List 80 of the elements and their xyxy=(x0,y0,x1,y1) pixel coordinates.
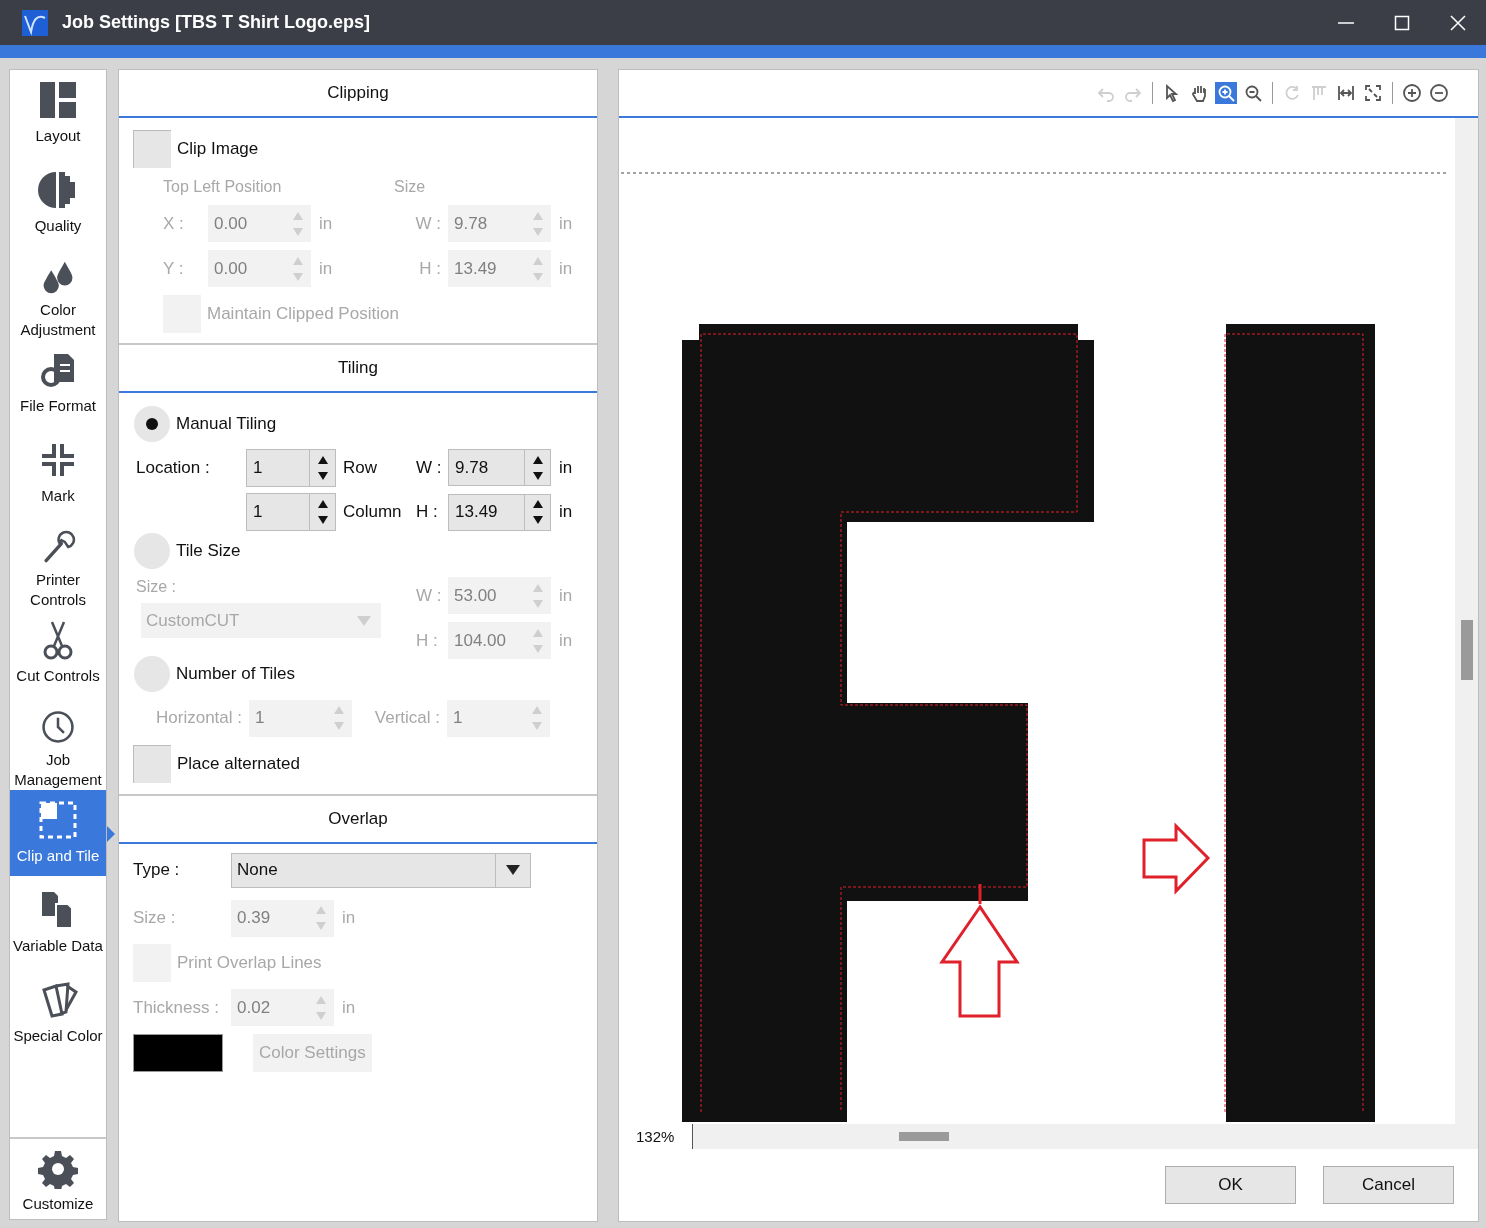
number-field[interactable]: 9.78 xyxy=(448,449,551,486)
checkbox-label: Print Overlap Lines xyxy=(177,952,322,973)
dropdown-arrow-icon xyxy=(357,615,371,626)
field-label: H : xyxy=(416,630,439,651)
field-label: Vertical : xyxy=(373,708,441,728)
field-label: H : xyxy=(416,502,439,522)
field-label: W : xyxy=(414,213,442,234)
field-label: Type : xyxy=(133,860,181,880)
field-label: Row xyxy=(343,457,378,478)
field-label: Column xyxy=(343,502,403,522)
number-field[interactable]: 1 xyxy=(246,448,336,487)
field-label: X : xyxy=(163,213,185,234)
sidebar-item[interactable]: Variable Data xyxy=(10,880,106,970)
section-header: Clipping xyxy=(119,70,597,118)
unit-label: in xyxy=(342,997,356,1018)
remove-button[interactable] xyxy=(1428,82,1450,104)
customize-button[interactable]: Customize xyxy=(10,1137,106,1219)
unit-label: in xyxy=(559,585,573,606)
checkbox-label: Clip Image xyxy=(177,139,259,159)
unit-label: in xyxy=(319,258,334,279)
field-label: Size : xyxy=(136,577,177,597)
field-label: Size : xyxy=(133,908,177,928)
add-button[interactable] xyxy=(1401,82,1423,104)
sidebar-item[interactable]: Quality xyxy=(10,160,106,250)
section-header: Overlap xyxy=(119,796,597,844)
window-title: Job Settings [TBS T Shirt Logo.eps] xyxy=(62,12,370,33)
radio-button[interactable] xyxy=(134,406,170,442)
zoom-level: 132% xyxy=(635,1128,676,1145)
unit-label: in xyxy=(559,630,573,651)
number-field[interactable]: 13.49 xyxy=(448,493,551,531)
number-field[interactable]: 1 xyxy=(246,493,336,531)
minimize-icon xyxy=(1338,21,1354,24)
unit-label: in xyxy=(559,258,573,279)
checkbox-label: Maintain Clipped Position xyxy=(207,304,399,324)
field-label: Location : xyxy=(135,457,211,478)
field-label: W : xyxy=(416,585,443,606)
field-label: Horizontal : xyxy=(155,708,243,728)
sidebar-item[interactable]: File Format xyxy=(10,340,106,430)
fit-page-button[interactable] xyxy=(1362,82,1384,104)
checkbox[interactable] xyxy=(133,130,171,168)
field-label: Y : xyxy=(163,258,185,279)
field-label: Thickness : xyxy=(133,997,220,1018)
sidebar-item[interactable]: Special Color xyxy=(10,970,106,1060)
checkbox-label: Place alternated xyxy=(177,754,300,774)
close-icon xyxy=(1450,14,1466,31)
horizontal-scrollbar[interactable] xyxy=(692,1124,1455,1149)
zoom-in-button[interactable] xyxy=(1215,82,1237,104)
sidebar-item[interactable]: Job Management xyxy=(10,700,106,790)
sidebar-item[interactable]: Printer Controls xyxy=(10,520,106,610)
app-logo-icon xyxy=(22,9,48,36)
sidebar-item[interactable]: Mark xyxy=(10,430,106,520)
dialog-button[interactable]: Cancel xyxy=(1323,1166,1454,1204)
group-heading: Top Left Position xyxy=(163,177,282,196)
radio-label: Number of Tiles xyxy=(176,664,296,684)
sidebar-item[interactable]: Clip and Tile xyxy=(10,790,106,876)
section-header: Tiling xyxy=(119,345,597,393)
unit-label: in xyxy=(559,502,573,522)
radio-label: Tile Size xyxy=(176,541,241,561)
radio-button[interactable] xyxy=(134,533,170,569)
vertical-scrollbar[interactable] xyxy=(1455,118,1478,1149)
maximize-icon xyxy=(1394,14,1410,31)
field-label: H : xyxy=(418,258,442,279)
settings-icon xyxy=(38,1149,78,1189)
sidebar-item[interactable]: Layout xyxy=(10,70,106,160)
unit-label: in xyxy=(319,213,334,234)
group-heading: Size xyxy=(394,177,427,196)
unit-label: in xyxy=(559,213,573,234)
color-swatch[interactable] xyxy=(133,1034,223,1072)
unit-label: in xyxy=(342,908,356,928)
radio-button[interactable] xyxy=(134,656,170,692)
sidebar-item[interactable]: Color Adjustment xyxy=(10,250,106,340)
type-dropdown[interactable]: None xyxy=(231,852,531,888)
radio-label: Manual Tiling xyxy=(176,414,277,434)
layout-icon xyxy=(38,80,78,120)
sidebar-item[interactable]: Cut Controls xyxy=(10,610,106,700)
checkbox[interactable] xyxy=(133,745,171,783)
dropdown-arrow-icon xyxy=(506,865,520,875)
dialog-button[interactable]: OK xyxy=(1165,1166,1296,1204)
unit-label: in xyxy=(559,457,573,478)
field-label: W : xyxy=(416,457,443,478)
